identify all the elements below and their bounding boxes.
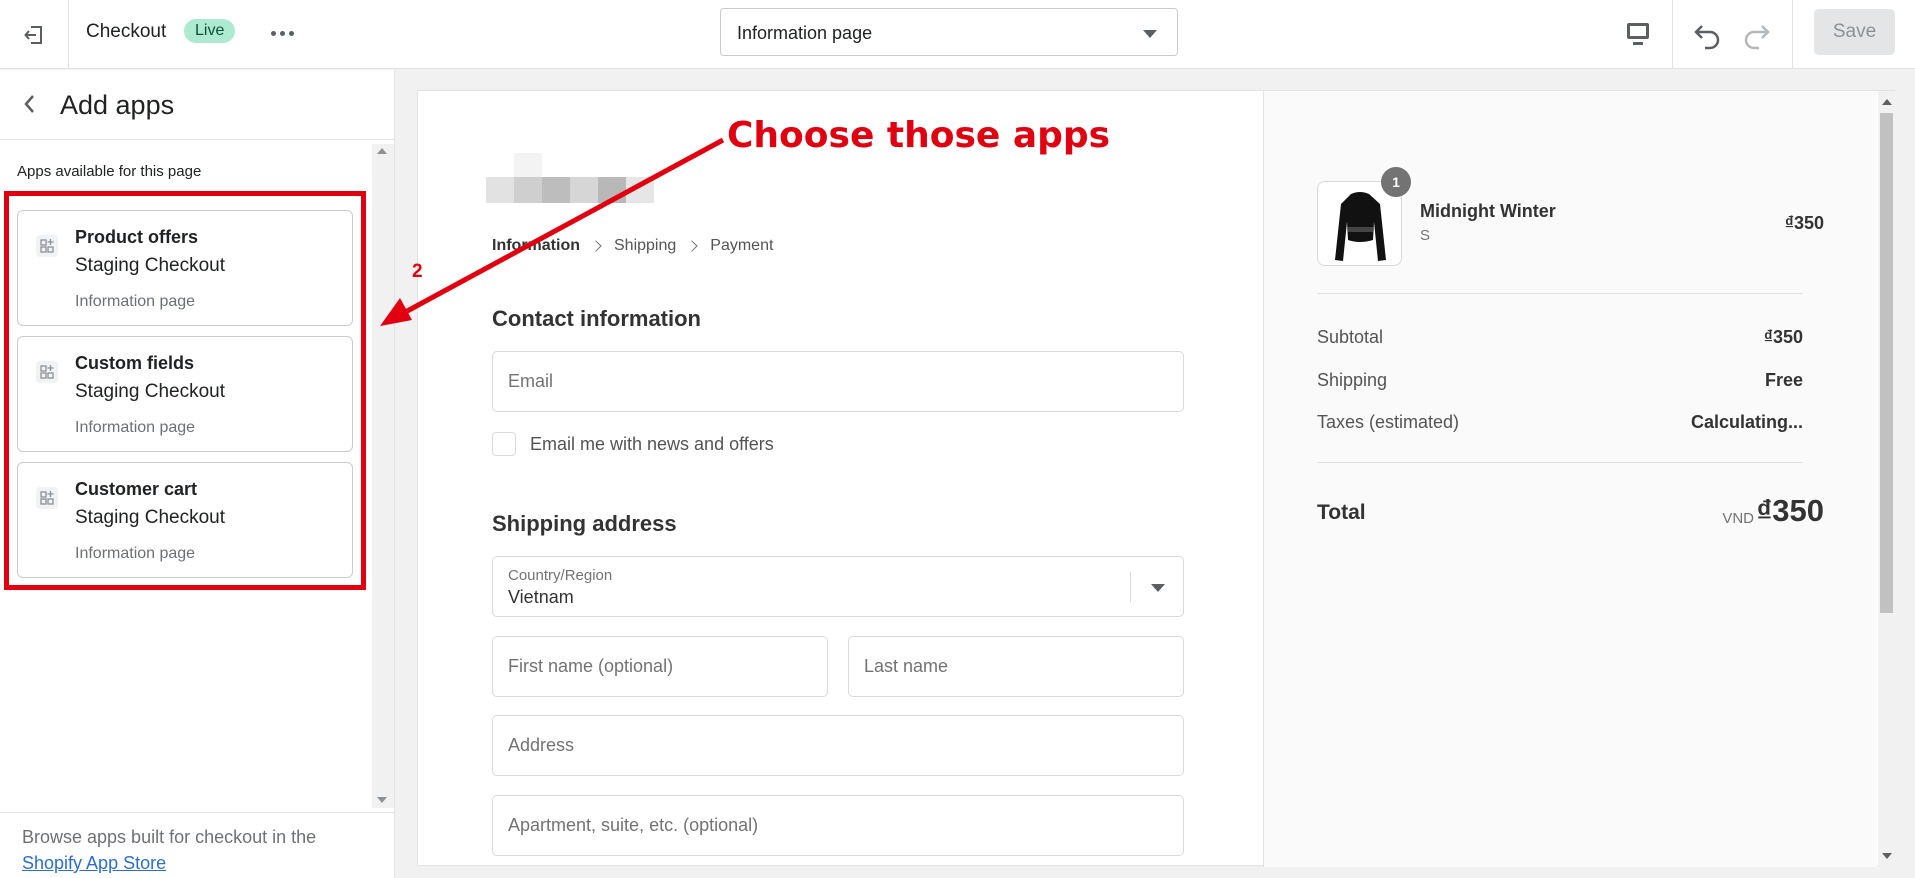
newsletter-checkbox[interactable] xyxy=(492,432,516,456)
back-button[interactable] xyxy=(18,92,42,116)
country-select[interactable]: Country/Region Vietnam xyxy=(492,556,1184,617)
email-field[interactable]: Email xyxy=(492,351,1184,412)
product-price: ₫350 xyxy=(1784,213,1824,233)
scroll-down-icon[interactable] xyxy=(377,797,387,803)
quantity-badge: 1 xyxy=(1381,167,1411,197)
country-value: Vietnam xyxy=(508,587,574,607)
total-value: ₫350 xyxy=(1756,493,1824,528)
breadcrumb-information: Information xyxy=(492,237,580,254)
sidebar-scrollbar[interactable] xyxy=(372,144,394,808)
checkout-preview: Information Shipping Payment Contact inf… xyxy=(417,90,1895,867)
chevron-right-icon xyxy=(686,240,698,252)
contact-heading: Contact information xyxy=(492,306,701,331)
chevron-down-icon xyxy=(1143,30,1157,38)
redo-button[interactable] xyxy=(1738,16,1774,52)
address-field[interactable]: Address xyxy=(492,715,1184,776)
order-summary: 1 Midnight Winter S ₫350 Subtotal ₫350 S… xyxy=(1263,91,1877,867)
top-bar: Checkout Live Information page Save xyxy=(0,0,1915,69)
country-label: Country/Region xyxy=(508,567,613,584)
page-selector[interactable]: Information page xyxy=(720,8,1178,56)
total-currency: VND xyxy=(1722,510,1754,527)
taxes-label: Taxes (estimated) xyxy=(1317,412,1460,432)
shipping-heading: Shipping address xyxy=(492,511,677,536)
sidebar: Add apps Apps available for this page Pr… xyxy=(0,70,395,878)
breadcrumb: Information Shipping Payment xyxy=(492,237,773,255)
save-button[interactable]: Save xyxy=(1814,9,1895,55)
store-logo xyxy=(486,153,670,203)
summary-divider xyxy=(1317,293,1803,294)
exit-button[interactable] xyxy=(0,0,69,69)
shipping-value: Free xyxy=(1764,370,1803,390)
apartment-field[interactable]: Apartment, suite, etc. (optional) xyxy=(492,795,1184,856)
apartment-placeholder: Apartment, suite, etc. (optional) xyxy=(508,815,759,835)
footer-text: Browse apps built for checkout in the xyxy=(22,827,317,847)
desktop-icon xyxy=(1627,23,1649,45)
toolbar-divider xyxy=(1672,0,1673,69)
page-selector-value: Information page xyxy=(737,23,873,43)
undo-button[interactable] xyxy=(1690,16,1726,52)
email-placeholder: Email xyxy=(508,371,554,391)
newsletter-label: Email me with news and offers xyxy=(530,433,774,454)
first-name-placeholder: First name (optional) xyxy=(508,656,674,676)
first-name-field[interactable]: First name (optional) xyxy=(492,636,828,697)
breadcrumb-shipping[interactable]: Shipping xyxy=(614,237,676,255)
total-label: Total xyxy=(1317,501,1366,524)
address-placeholder: Address xyxy=(508,735,575,755)
sidebar-header: Add apps xyxy=(0,70,395,140)
undo-icon xyxy=(1694,25,1720,50)
sidebar-footer: Browse apps built for checkout in the Sh… xyxy=(0,812,395,878)
select-divider xyxy=(1130,572,1131,602)
annotation-title: Choose those apps xyxy=(727,115,1111,156)
last-name-field[interactable]: Last name xyxy=(848,636,1184,697)
annotation-step-number: 2 xyxy=(412,261,423,282)
redo-icon xyxy=(1744,25,1770,50)
chevron-down-icon xyxy=(1151,584,1165,592)
scroll-up-icon[interactable] xyxy=(1882,99,1892,105)
shipping-label: Shipping xyxy=(1317,370,1388,390)
last-name-placeholder: Last name xyxy=(864,656,949,676)
breadcrumb-payment[interactable]: Payment xyxy=(710,237,773,255)
sidebar-title: Add apps xyxy=(60,90,175,120)
taxes-row: Taxes (estimated) Calculating... xyxy=(1317,412,1803,433)
annotation-highlight-box xyxy=(4,191,366,590)
toolbar-divider xyxy=(1792,0,1793,69)
product-variant: S xyxy=(1420,227,1431,244)
shipping-row: Shipping Free xyxy=(1317,370,1803,391)
product-name: Midnight Winter xyxy=(1420,201,1556,221)
taxes-value: Calculating... xyxy=(1690,412,1803,432)
summary-divider xyxy=(1317,462,1803,463)
subtotal-label: Subtotal xyxy=(1317,327,1384,347)
newsletter-row: Email me with news and offers xyxy=(492,432,774,456)
status-badge: Live xyxy=(184,19,236,43)
exit-icon xyxy=(24,25,42,44)
chevron-left-icon xyxy=(24,95,34,113)
more-actions-button[interactable] xyxy=(266,20,298,46)
scroll-up-icon[interactable] xyxy=(377,148,387,154)
app-name: Checkout xyxy=(86,21,167,42)
app-store-link[interactable]: Shopify App Store xyxy=(22,853,166,874)
subtotal-value: ₫350 xyxy=(1763,327,1803,347)
preview-scrollbar-thumb[interactable] xyxy=(1880,113,1893,613)
section-label: Apps available for this page xyxy=(17,163,202,180)
more-horizontal-icon xyxy=(270,30,276,36)
desktop-preview-button[interactable] xyxy=(1622,18,1654,50)
scroll-down-icon[interactable] xyxy=(1882,853,1892,859)
chevron-right-icon xyxy=(590,240,602,252)
subtotal-row: Subtotal ₫350 xyxy=(1317,327,1803,348)
